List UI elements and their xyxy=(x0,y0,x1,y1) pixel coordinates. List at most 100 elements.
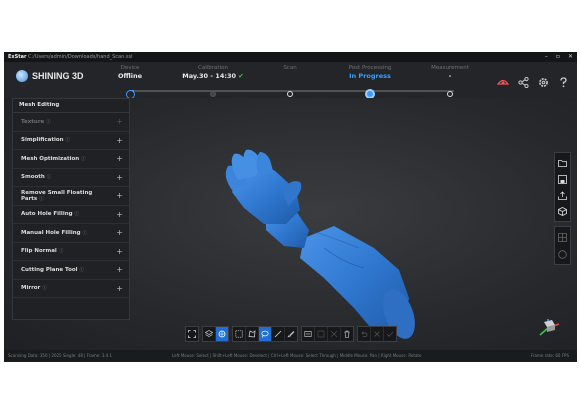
app-name: ExStar xyxy=(8,54,27,60)
step-measurement[interactable]: Measurement - xyxy=(415,65,485,97)
menu-item-auto-hole-filling[interactable]: Auto Hole Filling ⓘ + xyxy=(13,206,129,224)
settings-gear-icon[interactable] xyxy=(537,76,549,88)
plus-icon[interactable]: + xyxy=(116,247,123,256)
progress-track xyxy=(134,90,374,92)
plus-icon[interactable]: + xyxy=(116,191,123,200)
step-scan[interactable]: Scan xyxy=(255,65,325,97)
plus-icon[interactable]: + xyxy=(116,284,123,293)
plus-icon[interactable]: + xyxy=(116,228,123,237)
delete-icon[interactable] xyxy=(341,327,353,341)
toolbar-group-view xyxy=(185,326,199,342)
menu-item-label-row: Flip Normal ⓘ xyxy=(21,248,63,254)
plus-icon[interactable]: + xyxy=(116,265,123,274)
plus-icon[interactable]: + xyxy=(116,117,123,126)
menu-item-smooth[interactable]: Smooth ⓘ + xyxy=(13,169,129,187)
step-label: Device xyxy=(120,65,140,71)
info-icon[interactable]: ⓘ xyxy=(59,249,64,254)
lasso-select-icon[interactable] xyxy=(259,327,272,341)
clear-select-icon[interactable] xyxy=(328,327,341,341)
step-dot xyxy=(210,91,216,97)
toolbar-group-select xyxy=(232,326,298,342)
step-value: In Progress xyxy=(349,72,391,80)
menu-item-texture[interactable]: Texture ⓘ + xyxy=(13,113,129,132)
menu-item-label-row: Simplification ⓘ xyxy=(21,137,70,143)
step-label: Scan xyxy=(283,65,297,71)
plus-icon[interactable]: + xyxy=(116,173,123,182)
workflow-bar: SHINING 3D Device Offline Calibration Ma… xyxy=(4,62,577,99)
mesh-view-icon[interactable] xyxy=(557,230,569,244)
info-icon[interactable]: ⓘ xyxy=(39,197,44,202)
menu-item-label: Auto Hole Filling xyxy=(21,211,73,218)
invert-select-icon[interactable] xyxy=(302,327,315,341)
toolbar-group-display xyxy=(202,326,229,342)
export-icon[interactable] xyxy=(557,188,569,202)
menu-item-label: Mirror xyxy=(21,285,41,292)
mesh-display-icon[interactable] xyxy=(216,327,228,341)
help-icon[interactable] xyxy=(557,76,569,88)
undo-icon[interactable] xyxy=(358,327,371,341)
info-icon[interactable]: ⓘ xyxy=(83,231,88,236)
info-icon[interactable]: ⓘ xyxy=(46,120,51,125)
panel-title: Mesh Editing xyxy=(13,99,129,113)
check-icon: ✔ xyxy=(238,72,244,80)
menu-item-simplification[interactable]: Simplification ⓘ + xyxy=(13,132,129,150)
menu-item-label-row: Remove Small Floating Parts ⓘ xyxy=(21,190,116,202)
step-label: Calibration xyxy=(198,65,228,71)
view-cube-icon[interactable] xyxy=(557,204,569,218)
menu-item-label: Mesh Optimization xyxy=(21,155,80,162)
info-icon[interactable]: ⓘ xyxy=(47,175,52,180)
brush-select-icon[interactable] xyxy=(285,327,297,341)
menu-item-manual-hole-filling[interactable]: Manual Hole Filling ⓘ + xyxy=(13,224,129,243)
info-icon[interactable]: ⓘ xyxy=(42,286,47,291)
select-all-icon[interactable] xyxy=(315,327,328,341)
bottom-toolbar xyxy=(185,326,397,342)
plus-icon[interactable]: + xyxy=(116,154,123,163)
menu-item-cutting-plane-tool[interactable]: Cutting Plane Tool ⓘ + xyxy=(13,261,129,280)
title-bar: ExStar C:/Users/admin/Downloads/hand_Sca… xyxy=(4,52,577,62)
menu-item-mirror[interactable]: Mirror ⓘ + xyxy=(13,280,129,298)
menu-item-label-row: Mirror ⓘ xyxy=(21,285,47,291)
step-device[interactable]: Device Offline xyxy=(95,65,165,99)
menu-item-label-row: Manual Hole Filling ⓘ xyxy=(21,230,87,236)
info-icon[interactable]: ⓘ xyxy=(80,268,85,273)
share-icon[interactable] xyxy=(517,76,529,88)
status-hints: Left Mouse: Select | Shift+Left Mouse: D… xyxy=(172,353,422,358)
orientation-axis-icon xyxy=(539,319,560,336)
menu-item-flip-normal[interactable]: Flip Normal ⓘ + xyxy=(13,243,129,261)
menu-item-remove-floating-parts[interactable]: Remove Small Floating Parts ⓘ + xyxy=(13,187,129,206)
step-calibration[interactable]: Calibration May.30 - 14:30 ✔ xyxy=(178,65,248,97)
scanner-settings-icon[interactable] xyxy=(497,76,509,88)
app-window: ExStar C:/Users/admin/Downloads/hand_Sca… xyxy=(4,52,577,362)
progress-track xyxy=(374,90,454,92)
step-label: Post Processing xyxy=(348,65,392,71)
menu-item-label: Smooth xyxy=(21,174,45,181)
info-icon[interactable]: ⓘ xyxy=(81,157,86,162)
menu-item-mesh-optimization[interactable]: Mesh Optimization ⓘ + xyxy=(13,150,129,169)
poly-select-icon[interactable] xyxy=(246,327,259,341)
rect-select-icon[interactable] xyxy=(233,327,246,341)
display-mode-toolbar xyxy=(554,226,571,265)
close-icon[interactable]: ✕ xyxy=(568,52,573,62)
fit-view-icon[interactable] xyxy=(186,327,198,341)
brand-logo-icon xyxy=(16,70,28,82)
step-value: - xyxy=(448,72,452,80)
step-dot xyxy=(287,91,293,97)
texture-view-icon[interactable] xyxy=(557,247,569,261)
plus-icon[interactable]: + xyxy=(116,210,123,219)
info-icon[interactable]: ⓘ xyxy=(66,138,71,143)
file-path: C:/Users/admin/Downloads/hand_Scan.ssl xyxy=(28,54,133,60)
plus-icon[interactable]: + xyxy=(116,136,123,145)
open-folder-icon[interactable] xyxy=(557,156,569,170)
confirm-icon[interactable] xyxy=(384,327,396,341)
minimize-icon[interactable]: – xyxy=(545,52,548,62)
step-post-processing[interactable]: Post Processing In Progress xyxy=(335,65,405,99)
line-select-icon[interactable] xyxy=(272,327,285,341)
save-icon[interactable] xyxy=(557,172,569,186)
3d-viewport[interactable]: Mesh Editing Texture ⓘ + Simplification ⓘ + … xyxy=(4,98,577,350)
maximize-icon[interactable]: ▫ xyxy=(556,52,560,62)
layers-icon[interactable] xyxy=(203,327,216,341)
brand-name: SHINING 3D xyxy=(32,71,84,81)
info-icon[interactable]: ⓘ xyxy=(75,212,80,217)
redo-icon[interactable] xyxy=(371,327,384,341)
menu-item-label: Flip Normal xyxy=(21,248,57,255)
